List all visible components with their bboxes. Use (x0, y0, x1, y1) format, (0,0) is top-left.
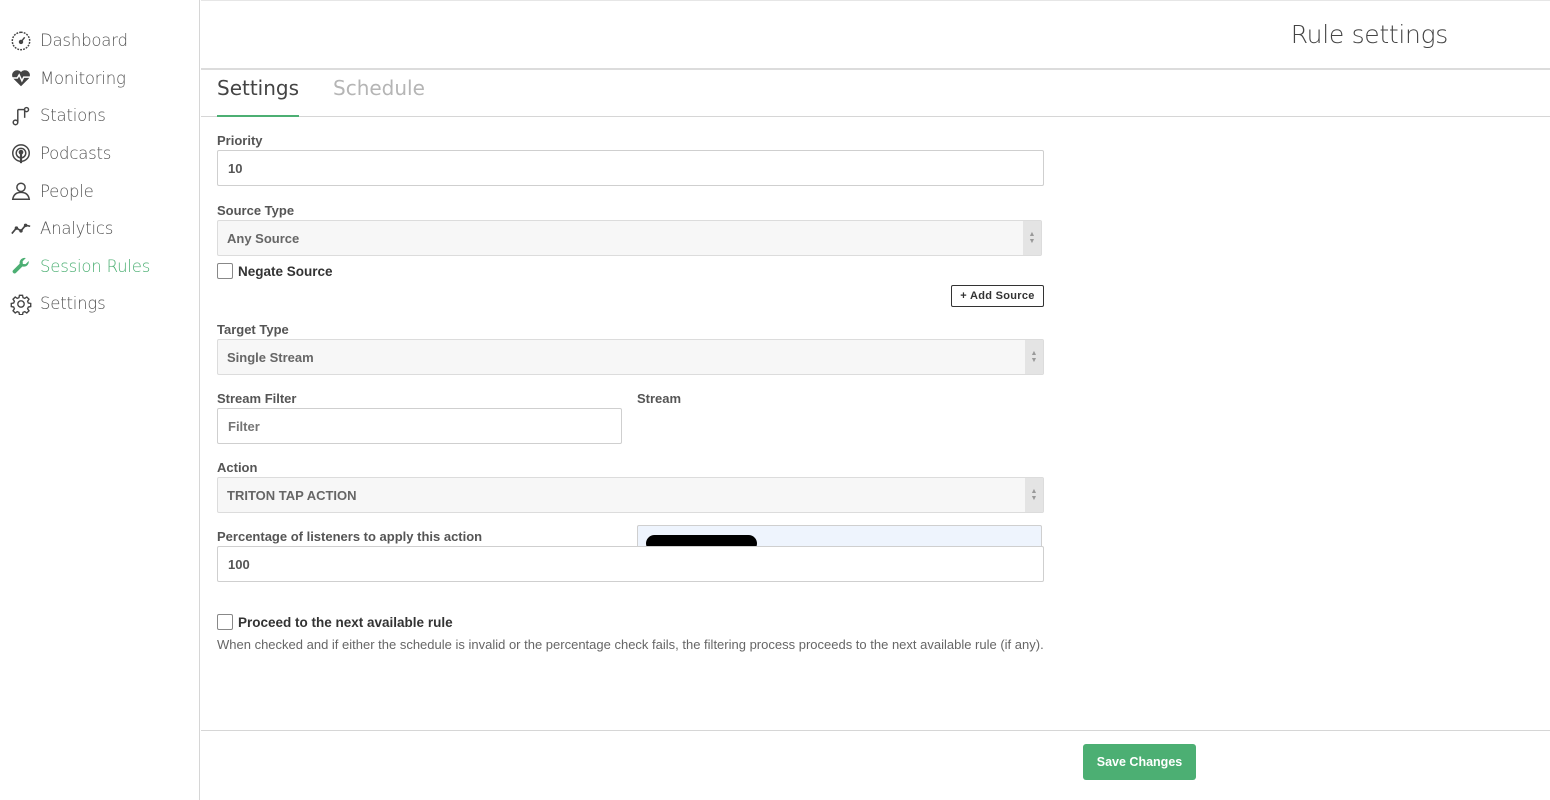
proceed-help-text: When checked and if either the schedule … (217, 637, 1044, 652)
proceed-label: Proceed to the next available rule (238, 614, 453, 630)
negate-source-label: Negate Source (238, 263, 333, 279)
source-type-select[interactable]: Any Source ▲ ▼ (217, 220, 1042, 256)
sidebar-item-label: Monitoring (40, 68, 126, 88)
select-arrows-icon: ▲ ▼ (1023, 221, 1041, 255)
main-content: Rule settings Settings Schedule Priority… (201, 0, 1550, 800)
priority-label: Priority (217, 133, 263, 148)
negate-source-checkbox[interactable] (217, 263, 233, 279)
negate-source-row: Negate Source (217, 263, 333, 279)
target-type-value: Single Stream (227, 349, 314, 365)
target-type-select[interactable]: Single Stream ▲ ▼ (217, 339, 1044, 375)
action-label: Action (217, 460, 258, 475)
trend-line-icon (10, 218, 32, 240)
tab-settings[interactable]: Settings (217, 76, 300, 117)
sidebar-item-label: Dashboard (40, 31, 128, 51)
sidebar-item-monitoring[interactable]: Monitoring (0, 60, 199, 98)
select-arrows-icon: ▲ ▼ (1025, 340, 1043, 374)
page-title: Rule settings (1290, 20, 1449, 49)
sidebar-item-settings[interactable]: Settings (0, 285, 199, 323)
target-type-label: Target Type (217, 322, 289, 337)
sidebar: Dashboard Monitoring Stations Podcasts P… (0, 0, 200, 800)
dashboard-gauge-icon (10, 30, 32, 52)
footer-divider (201, 730, 1550, 731)
sidebar-item-label: Session Rules (40, 256, 151, 276)
sidebar-item-label: People (40, 181, 94, 201)
tab-bar: Settings Schedule (201, 70, 1550, 117)
percentage-input[interactable] (217, 546, 1044, 582)
proceed-row: Proceed to the next available rule (217, 614, 453, 630)
sidebar-item-label: Stations (40, 106, 106, 126)
stream-filter-label: Stream Filter (217, 391, 297, 406)
gear-icon (10, 293, 32, 315)
sidebar-item-dashboard[interactable]: Dashboard (0, 22, 199, 60)
select-arrows-icon: ▲ ▼ (1025, 478, 1043, 512)
sidebar-item-label: Podcasts (40, 144, 112, 164)
heart-pulse-icon (10, 67, 32, 89)
save-changes-button[interactable]: Save Changes (1083, 744, 1196, 780)
action-select[interactable]: TRITON TAP ACTION ▲ ▼ (217, 477, 1044, 513)
sidebar-item-label: Settings (40, 294, 106, 314)
stream-label: Stream (637, 391, 682, 406)
sidebar-item-people[interactable]: People (0, 172, 199, 210)
priority-input[interactable] (217, 150, 1044, 186)
person-icon (10, 180, 32, 202)
wrench-icon (10, 255, 32, 277)
stream-filter-input[interactable] (217, 408, 622, 444)
sidebar-item-session-rules[interactable]: Session Rules (0, 248, 199, 286)
source-type-value: Any Source (227, 230, 300, 246)
source-type-label: Source Type (217, 203, 295, 218)
add-source-button[interactable]: + Add Source (951, 285, 1044, 307)
sidebar-item-stations[interactable]: Stations (0, 97, 199, 135)
podcast-icon (10, 143, 32, 165)
proceed-checkbox[interactable] (217, 614, 233, 630)
percentage-label: Percentage of listeners to apply this ac… (217, 529, 483, 544)
sidebar-nav: Dashboard Monitoring Stations Podcasts P… (0, 0, 199, 323)
page-header: Rule settings (201, 0, 1550, 70)
sidebar-item-analytics[interactable]: Analytics (0, 210, 199, 248)
sidebar-item-label: Analytics (40, 219, 114, 239)
action-value: TRITON TAP ACTION (227, 487, 357, 503)
tab-schedule[interactable]: Schedule (333, 76, 425, 110)
sidebar-item-podcasts[interactable]: Podcasts (0, 135, 199, 173)
music-note-icon (10, 105, 32, 127)
